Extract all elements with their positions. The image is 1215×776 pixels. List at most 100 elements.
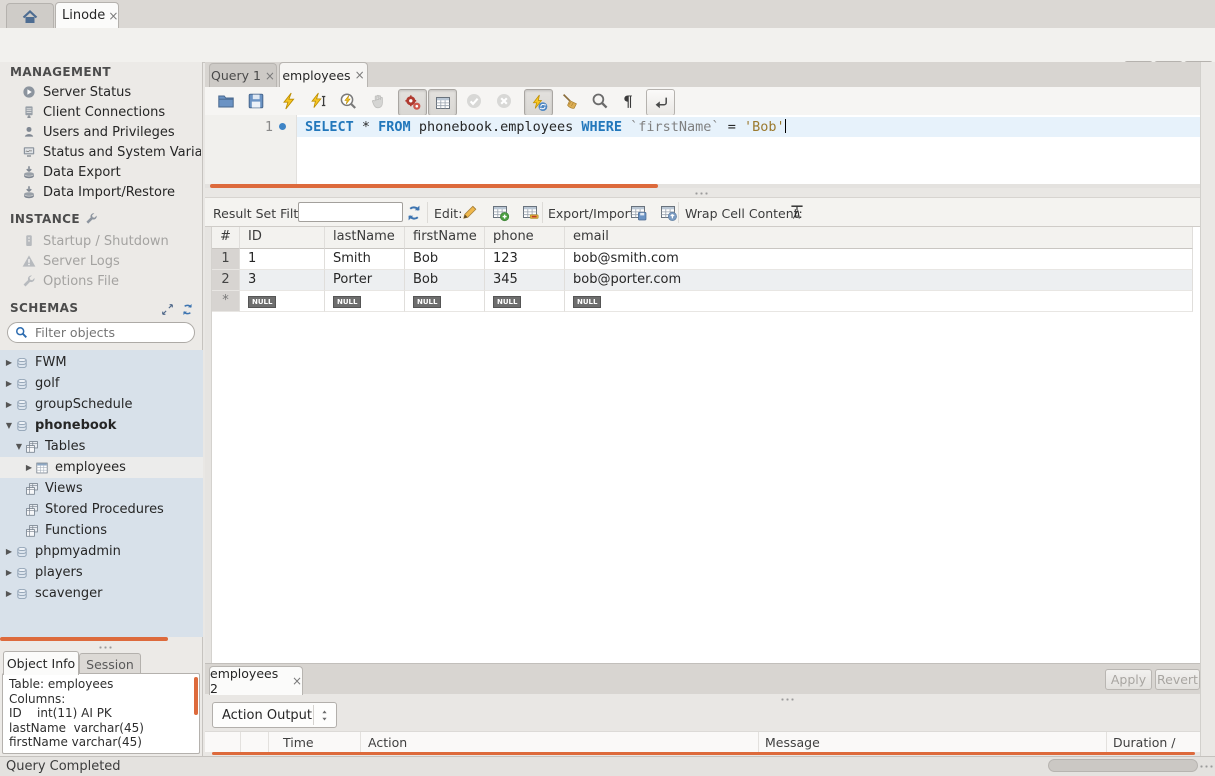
sidebar-item-users-privileges[interactable]: Users and Privileges	[0, 122, 203, 142]
insert-row-icon[interactable]	[490, 202, 510, 222]
refresh-schemas-icon[interactable]	[180, 302, 195, 317]
output-splitter-handle[interactable]	[776, 695, 798, 702]
output-column-message[interactable]: Message	[765, 735, 820, 750]
sql-editor[interactable]: 1 SELECT * FROM phonebook.employees WHER…	[205, 115, 1200, 185]
output-hscroll-thumb[interactable]	[212, 752, 1195, 755]
wrap-cell-content-icon[interactable]: A	[787, 202, 807, 222]
cell-id[interactable]: 3	[240, 270, 325, 291]
cell-firstname[interactable]: Bob	[405, 270, 485, 291]
tree-item-phonebook[interactable]: ▼ phonebook	[0, 415, 203, 436]
sidebar-item-client-connections[interactable]: Client Connections	[0, 102, 203, 122]
sidebar-item-server-status[interactable]: Server Status	[0, 82, 203, 102]
cell-lastname[interactable]: Porter	[325, 270, 405, 291]
show-invisible-characters-icon[interactable]: ¶	[618, 91, 638, 111]
schema-filter-input[interactable]	[33, 324, 188, 341]
output-column-time[interactable]: Time	[283, 735, 314, 750]
tab-employees-close-icon[interactable]: ×	[355, 68, 365, 82]
connection-tab[interactable]: Linode ×	[55, 2, 119, 28]
cell-email[interactable]: bob@smith.com	[565, 249, 1193, 270]
connection-tab-close-icon[interactable]: ×	[108, 9, 118, 23]
execute-current-statement-icon[interactable]	[309, 91, 329, 111]
tree-item-employees[interactable]: ▶ employees	[0, 457, 203, 478]
cell-lastname[interactable]: Smith	[325, 249, 405, 270]
tree-item-phpmyadmin[interactable]: ▶ phpmyadmin	[0, 541, 203, 562]
tree-item-golf[interactable]: ▶ golf	[0, 373, 203, 394]
save-script-icon[interactable]	[246, 91, 266, 111]
sql-code-line[interactable]: SELECT * FROM phonebook.employees WHERE …	[305, 117, 786, 137]
column-header-firstname[interactable]: firstName	[405, 227, 485, 249]
tree-item-tables[interactable]: ▼ Tables	[0, 436, 203, 457]
home-tab[interactable]	[6, 3, 54, 29]
tab-query-1[interactable]: Query 1 ×	[209, 63, 277, 87]
tab-object-info[interactable]: Object Info	[3, 651, 79, 675]
tab-employees[interactable]: employees ×	[279, 62, 368, 87]
editor-hscroll-thumb[interactable]	[210, 184, 658, 188]
cell-null[interactable]: NULL	[405, 291, 485, 312]
explain-plan-icon[interactable]	[338, 91, 358, 111]
column-header-rownum[interactable]: #	[212, 227, 240, 249]
tab-session[interactable]: Session	[79, 653, 141, 675]
edit-cell-icon[interactable]	[460, 202, 480, 222]
cell-phone[interactable]: 345	[485, 270, 565, 291]
column-header-phone[interactable]: phone	[485, 227, 565, 249]
result-filter-input[interactable]	[298, 202, 403, 222]
delete-row-icon[interactable]	[520, 202, 540, 222]
grid-new-row[interactable]: * NULL NULL NULL NULL NULL	[212, 291, 1193, 312]
revert-button[interactable]: Revert	[1155, 669, 1200, 690]
cell-phone[interactable]: 123	[485, 249, 565, 270]
cell-null[interactable]: NULL	[485, 291, 565, 312]
grid-row-1[interactable]: 1 1 Smith Bob 123 bob@smith.com	[212, 249, 1193, 270]
tab-query-1-close-icon[interactable]: ×	[265, 69, 275, 83]
grid-row-2[interactable]: 2 3 Porter Bob 345 bob@porter.com	[212, 270, 1193, 291]
tree-item-views[interactable]: Views	[0, 478, 203, 499]
sidebar-item-options-file[interactable]: Options File	[0, 271, 203, 291]
statusbar-scrollbar-thumb[interactable]	[1048, 759, 1198, 772]
column-header-id[interactable]: ID	[240, 227, 325, 249]
find-icon[interactable]	[590, 91, 610, 111]
toggle-stop-on-error-button[interactable]	[398, 89, 427, 116]
output-column-action[interactable]: Action	[368, 735, 407, 750]
sidebar-splitter-handle[interactable]	[95, 643, 115, 650]
sidebar-item-server-logs[interactable]: Server Logs	[0, 251, 203, 271]
execute-icon[interactable]	[279, 91, 299, 111]
tree-item-functions[interactable]: Functions	[0, 520, 203, 541]
export-recordset-icon[interactable]	[628, 202, 648, 222]
expand-schemas-icon[interactable]	[160, 302, 175, 317]
open-file-icon[interactable]	[216, 91, 236, 111]
tree-item-fwm[interactable]: ▶ FWM	[0, 352, 203, 373]
window-resize-grip[interactable]	[1198, 763, 1214, 768]
editor-result-splitter-handle[interactable]	[690, 188, 712, 196]
output-selector[interactable]: Action Output	[212, 702, 337, 728]
status-bar: Query Completed	[0, 756, 1215, 776]
output-column-duration[interactable]: Duration / Fetch	[1113, 735, 1200, 752]
cell-null[interactable]: NULL	[565, 291, 1193, 312]
sidebar-item-data-import[interactable]: Data Import/Restore	[0, 182, 203, 202]
column-header-lastname[interactable]: lastName	[325, 227, 405, 249]
object-info-scrollbar-thumb[interactable]	[194, 677, 198, 715]
sidebar-item-system-variables[interactable]: Status and System Variables	[0, 142, 203, 162]
tab-employees-2[interactable]: employees 2 ×	[209, 666, 303, 695]
cell-email[interactable]: bob@porter.com	[565, 270, 1193, 291]
cell-null[interactable]: NULL	[240, 291, 325, 312]
cell-id[interactable]: 1	[240, 249, 325, 270]
limit-rows-button[interactable]	[428, 89, 457, 116]
import-records-icon[interactable]	[658, 202, 678, 222]
toggle-word-wrap-button[interactable]	[646, 89, 675, 116]
schema-icon	[14, 544, 30, 560]
tab-employees-2-close-icon[interactable]: ×	[292, 674, 302, 688]
tree-item-groupschedule[interactable]: ▶ groupSchedule	[0, 394, 203, 415]
column-header-email[interactable]: email	[565, 227, 1193, 249]
sidebar-item-startup-shutdown[interactable]: Startup / Shutdown	[0, 231, 203, 251]
tree-item-players[interactable]: ▶ players	[0, 562, 203, 583]
apply-button[interactable]: Apply	[1105, 669, 1152, 690]
selector-spinner-icon[interactable]	[317, 708, 332, 723]
cell-firstname[interactable]: Bob	[405, 249, 485, 270]
tree-item-scavenger[interactable]: ▶ scavenger	[0, 583, 203, 604]
refresh-result-icon[interactable]	[404, 203, 424, 223]
toggle-autocommit-button[interactable]	[524, 89, 553, 116]
tree-item-stored-procedures[interactable]: Stored Procedures	[0, 499, 203, 520]
cell-null[interactable]: NULL	[325, 291, 405, 312]
beautify-script-icon[interactable]	[560, 91, 580, 111]
sidebar-horizontal-scrollbar-thumb[interactable]	[0, 637, 168, 641]
sidebar-item-data-export[interactable]: Data Export	[0, 162, 203, 182]
